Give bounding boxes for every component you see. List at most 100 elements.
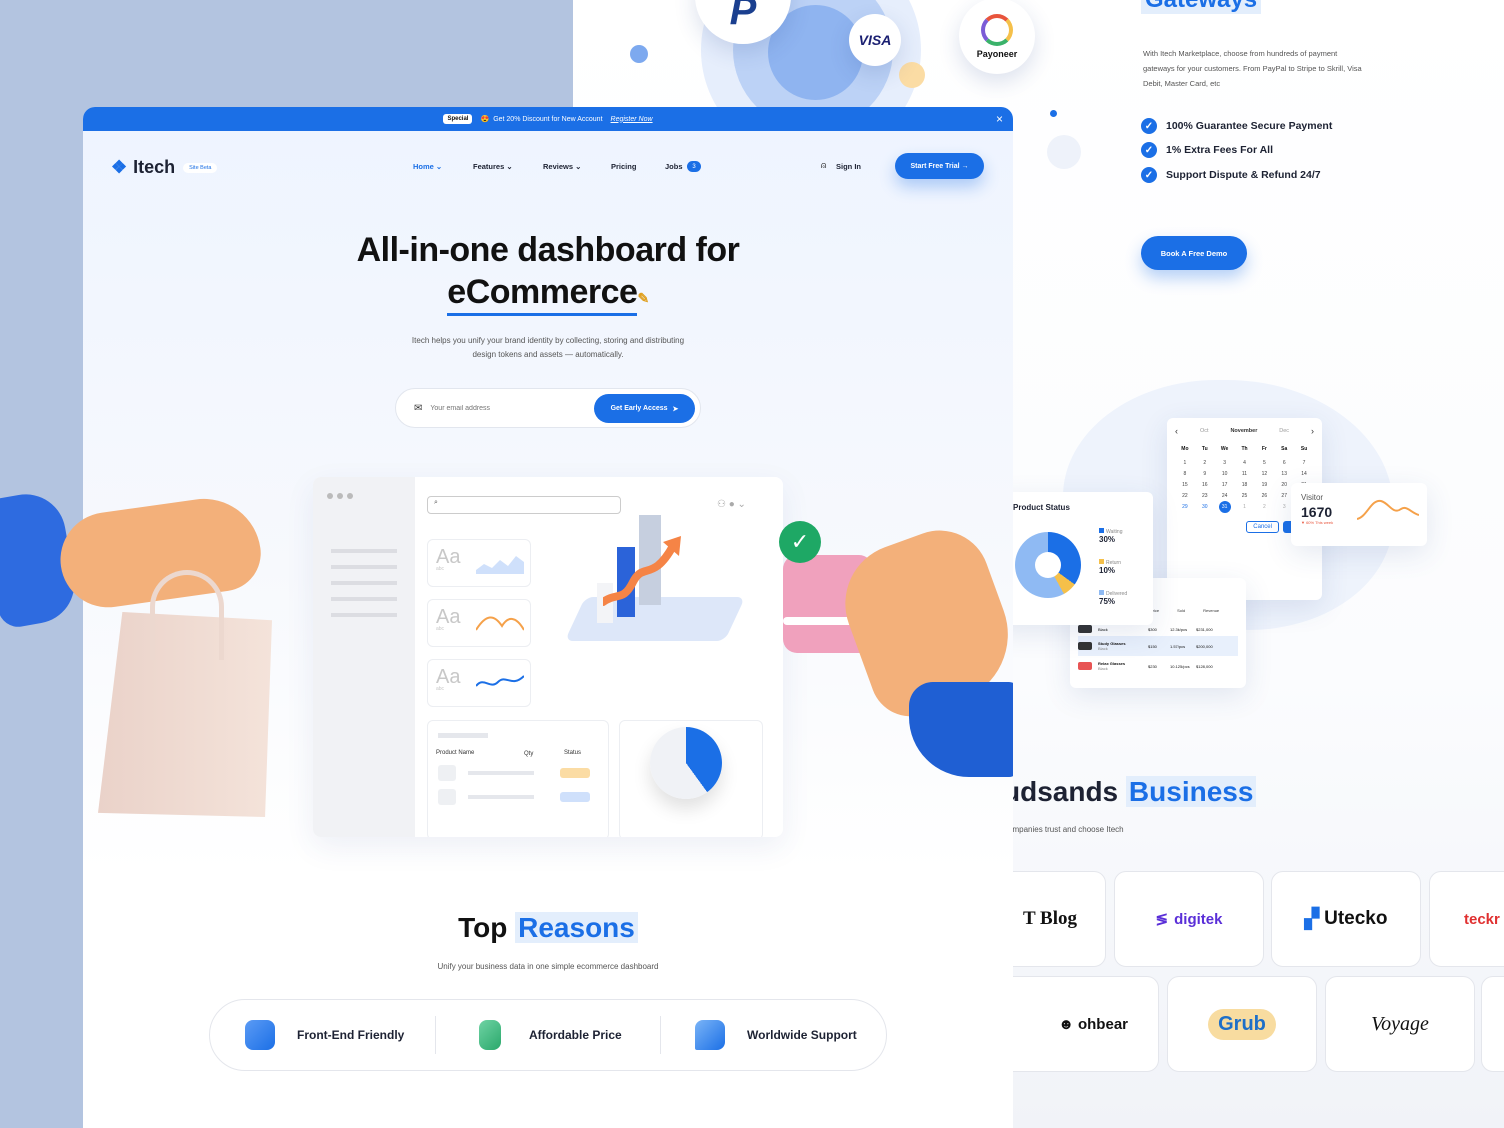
calendar-day[interactable]: 1 bbox=[1235, 504, 1255, 513]
calendar-day[interactable]: 16 bbox=[1195, 482, 1215, 488]
mock-font-card: Aa abc bbox=[427, 599, 531, 647]
nav-features[interactable]: Features ⌄ bbox=[473, 162, 513, 171]
calendar-day[interactable]: 14 bbox=[1294, 471, 1314, 477]
feature-fees: ✓ 1% Extra Fees For All bbox=[1141, 142, 1273, 158]
calendar-day[interactable]: 2 bbox=[1254, 504, 1274, 513]
brand[interactable]: ❖ Itech Site Beta bbox=[111, 157, 218, 178]
brand-name: digitek bbox=[1174, 910, 1223, 928]
reasons-title-a: Top bbox=[458, 912, 508, 943]
product-status-card: Product Status Waiting 30% Return 10% Deli… bbox=[993, 492, 1153, 625]
calendar-day[interactable]: 4 bbox=[1235, 460, 1255, 466]
calendar-day[interactable]: 22 bbox=[1175, 493, 1195, 499]
brand-name: ohbear bbox=[1077, 1015, 1128, 1033]
send-icon: ➤ bbox=[672, 405, 679, 413]
feature-secure: ✓ 100% Guarantee Secure Payment bbox=[1141, 118, 1332, 134]
code-window-icon bbox=[245, 1020, 275, 1050]
mock-chart bbox=[476, 675, 524, 687]
mock-chart bbox=[476, 556, 524, 574]
calendar-day[interactable]: 6 bbox=[1274, 460, 1294, 466]
phone-money-icon bbox=[479, 1020, 501, 1050]
trend-arrow-icon bbox=[603, 536, 681, 606]
calendar-day[interactable]: 24 bbox=[1215, 493, 1235, 499]
check-icon: ✓ bbox=[1141, 118, 1157, 134]
product-sub: Black bbox=[1098, 626, 1108, 632]
gateways-description: With Itech Marketplace, choose from hund… bbox=[1143, 49, 1362, 88]
calendar-weekday: Th bbox=[1241, 446, 1248, 452]
calendar-day[interactable]: 10 bbox=[1215, 471, 1235, 477]
col-header: Sold bbox=[1177, 608, 1186, 613]
calendar-next-month: Dec bbox=[1279, 428, 1290, 434]
reason-label: Front-End Friendly bbox=[297, 1028, 405, 1042]
check-badge-icon: ✓ bbox=[779, 521, 821, 563]
nav-home[interactable]: Home ⌄ bbox=[413, 162, 442, 171]
calendar-cancel-button[interactable]: Cancel bbox=[1246, 521, 1279, 533]
business-title-b: Business bbox=[1125, 776, 1257, 807]
calendar-day[interactable]: 30 bbox=[1195, 504, 1215, 513]
reason-label: Affordable Price bbox=[529, 1028, 622, 1042]
revenue: $231,000 bbox=[1196, 626, 1213, 632]
gateways-title: Gateways bbox=[1141, 0, 1262, 14]
chat-bubble-icon bbox=[695, 1020, 725, 1050]
calendar-next-button[interactable]: › bbox=[1311, 426, 1314, 436]
calendar-day[interactable]: 18 bbox=[1235, 482, 1255, 488]
calendar-day[interactable]: 11 bbox=[1235, 471, 1255, 477]
payoneer-logo: Payoneer bbox=[959, 0, 1035, 74]
calendar-day[interactable]: 26 bbox=[1254, 493, 1274, 499]
book-demo-button[interactable]: Book A Free Demo bbox=[1141, 236, 1247, 270]
feature-label: Support Dispute & Refund 24/7 bbox=[1166, 169, 1321, 181]
calendar-day[interactable]: 31 bbox=[1218, 501, 1231, 513]
calendar-day[interactable]: 7 bbox=[1294, 460, 1314, 466]
check-icon: ✓ bbox=[1141, 142, 1157, 158]
start-trial-button[interactable]: Start Free Trial → bbox=[895, 153, 984, 179]
signup-form: ✉ Get Early Access ➤ bbox=[395, 388, 701, 428]
visa-text: VISA bbox=[858, 32, 892, 48]
calendar-day[interactable]: 19 bbox=[1254, 482, 1274, 488]
check-icon: ✓ bbox=[1141, 167, 1157, 183]
brand-teckr: teckr bbox=[1429, 871, 1504, 967]
visitor-sparkline bbox=[1357, 499, 1419, 520]
feature-label: 1% Extra Fees For All bbox=[1166, 144, 1273, 156]
calendar-day[interactable]: 12 bbox=[1254, 471, 1274, 477]
nav-reviews[interactable]: Reviews ⌄ bbox=[543, 162, 581, 171]
signin-link[interactable]: Sign In bbox=[836, 162, 861, 171]
payoneer-text: Payoneer bbox=[976, 48, 1018, 59]
calendar-day[interactable]: 23 bbox=[1195, 493, 1215, 499]
calendar-day[interactable]: 1 bbox=[1175, 460, 1195, 466]
mock-chart bbox=[476, 616, 524, 631]
business-subtitle: ompanies trust and choose Itech bbox=[1008, 825, 1124, 834]
calendar-day[interactable]: 15 bbox=[1175, 482, 1195, 488]
hero-highlight: eCommerce bbox=[447, 273, 638, 316]
calendar-weekday: Su bbox=[1300, 446, 1308, 452]
calendar-day[interactable]: 8 bbox=[1175, 471, 1195, 477]
mock-font-card: Aa abc bbox=[427, 659, 531, 707]
email-input[interactable] bbox=[430, 404, 581, 412]
sold: 10.125/pcs bbox=[1170, 663, 1190, 669]
calendar-day[interactable]: 2 bbox=[1195, 460, 1215, 466]
calendar-day[interactable]: 13 bbox=[1274, 471, 1294, 477]
early-access-label: Get Early Access bbox=[610, 405, 668, 412]
calendar-day[interactable]: 17 bbox=[1215, 482, 1235, 488]
reason-frontend: Front-End Friendly bbox=[245, 1020, 404, 1050]
calendar-day[interactable]: 25 bbox=[1235, 493, 1255, 499]
feature-label: 100% Guarantee Secure Payment bbox=[1166, 120, 1333, 132]
business-title: udsands Business bbox=[1003, 776, 1257, 808]
brand-name: teckr bbox=[1464, 910, 1500, 928]
dashboard-mockup: ⌕ ⚇ ● ⌄ Aa abc Aa abc Aa abc Product Nam… bbox=[313, 477, 783, 837]
calendar-day[interactable]: 5 bbox=[1254, 460, 1274, 466]
utecko-icon: ▞ bbox=[1304, 908, 1320, 930]
register-link[interactable]: Register Now bbox=[611, 116, 653, 123]
calendar-prev-button[interactable]: ‹ bbox=[1175, 426, 1178, 436]
calendar-day[interactable]: 9 bbox=[1195, 471, 1215, 477]
decor-dot bbox=[1047, 135, 1081, 169]
price: $150 bbox=[1148, 643, 1157, 649]
calendar-month: November bbox=[1230, 428, 1258, 434]
feature-support: ✓ Support Dispute & Refund 24/7 bbox=[1141, 167, 1321, 183]
calendar-day[interactable]: 3 bbox=[1215, 460, 1235, 466]
close-icon[interactable]: × bbox=[996, 112, 1003, 126]
legend-value: 30% bbox=[1099, 535, 1116, 544]
early-access-button[interactable]: Get Early Access ➤ bbox=[594, 394, 695, 423]
nav-pricing[interactable]: Pricing bbox=[611, 162, 636, 171]
pencil-icon: ✎ bbox=[637, 290, 649, 306]
nav-jobs[interactable]: Jobs bbox=[665, 162, 683, 171]
calendar-day[interactable]: 29 bbox=[1175, 504, 1195, 513]
